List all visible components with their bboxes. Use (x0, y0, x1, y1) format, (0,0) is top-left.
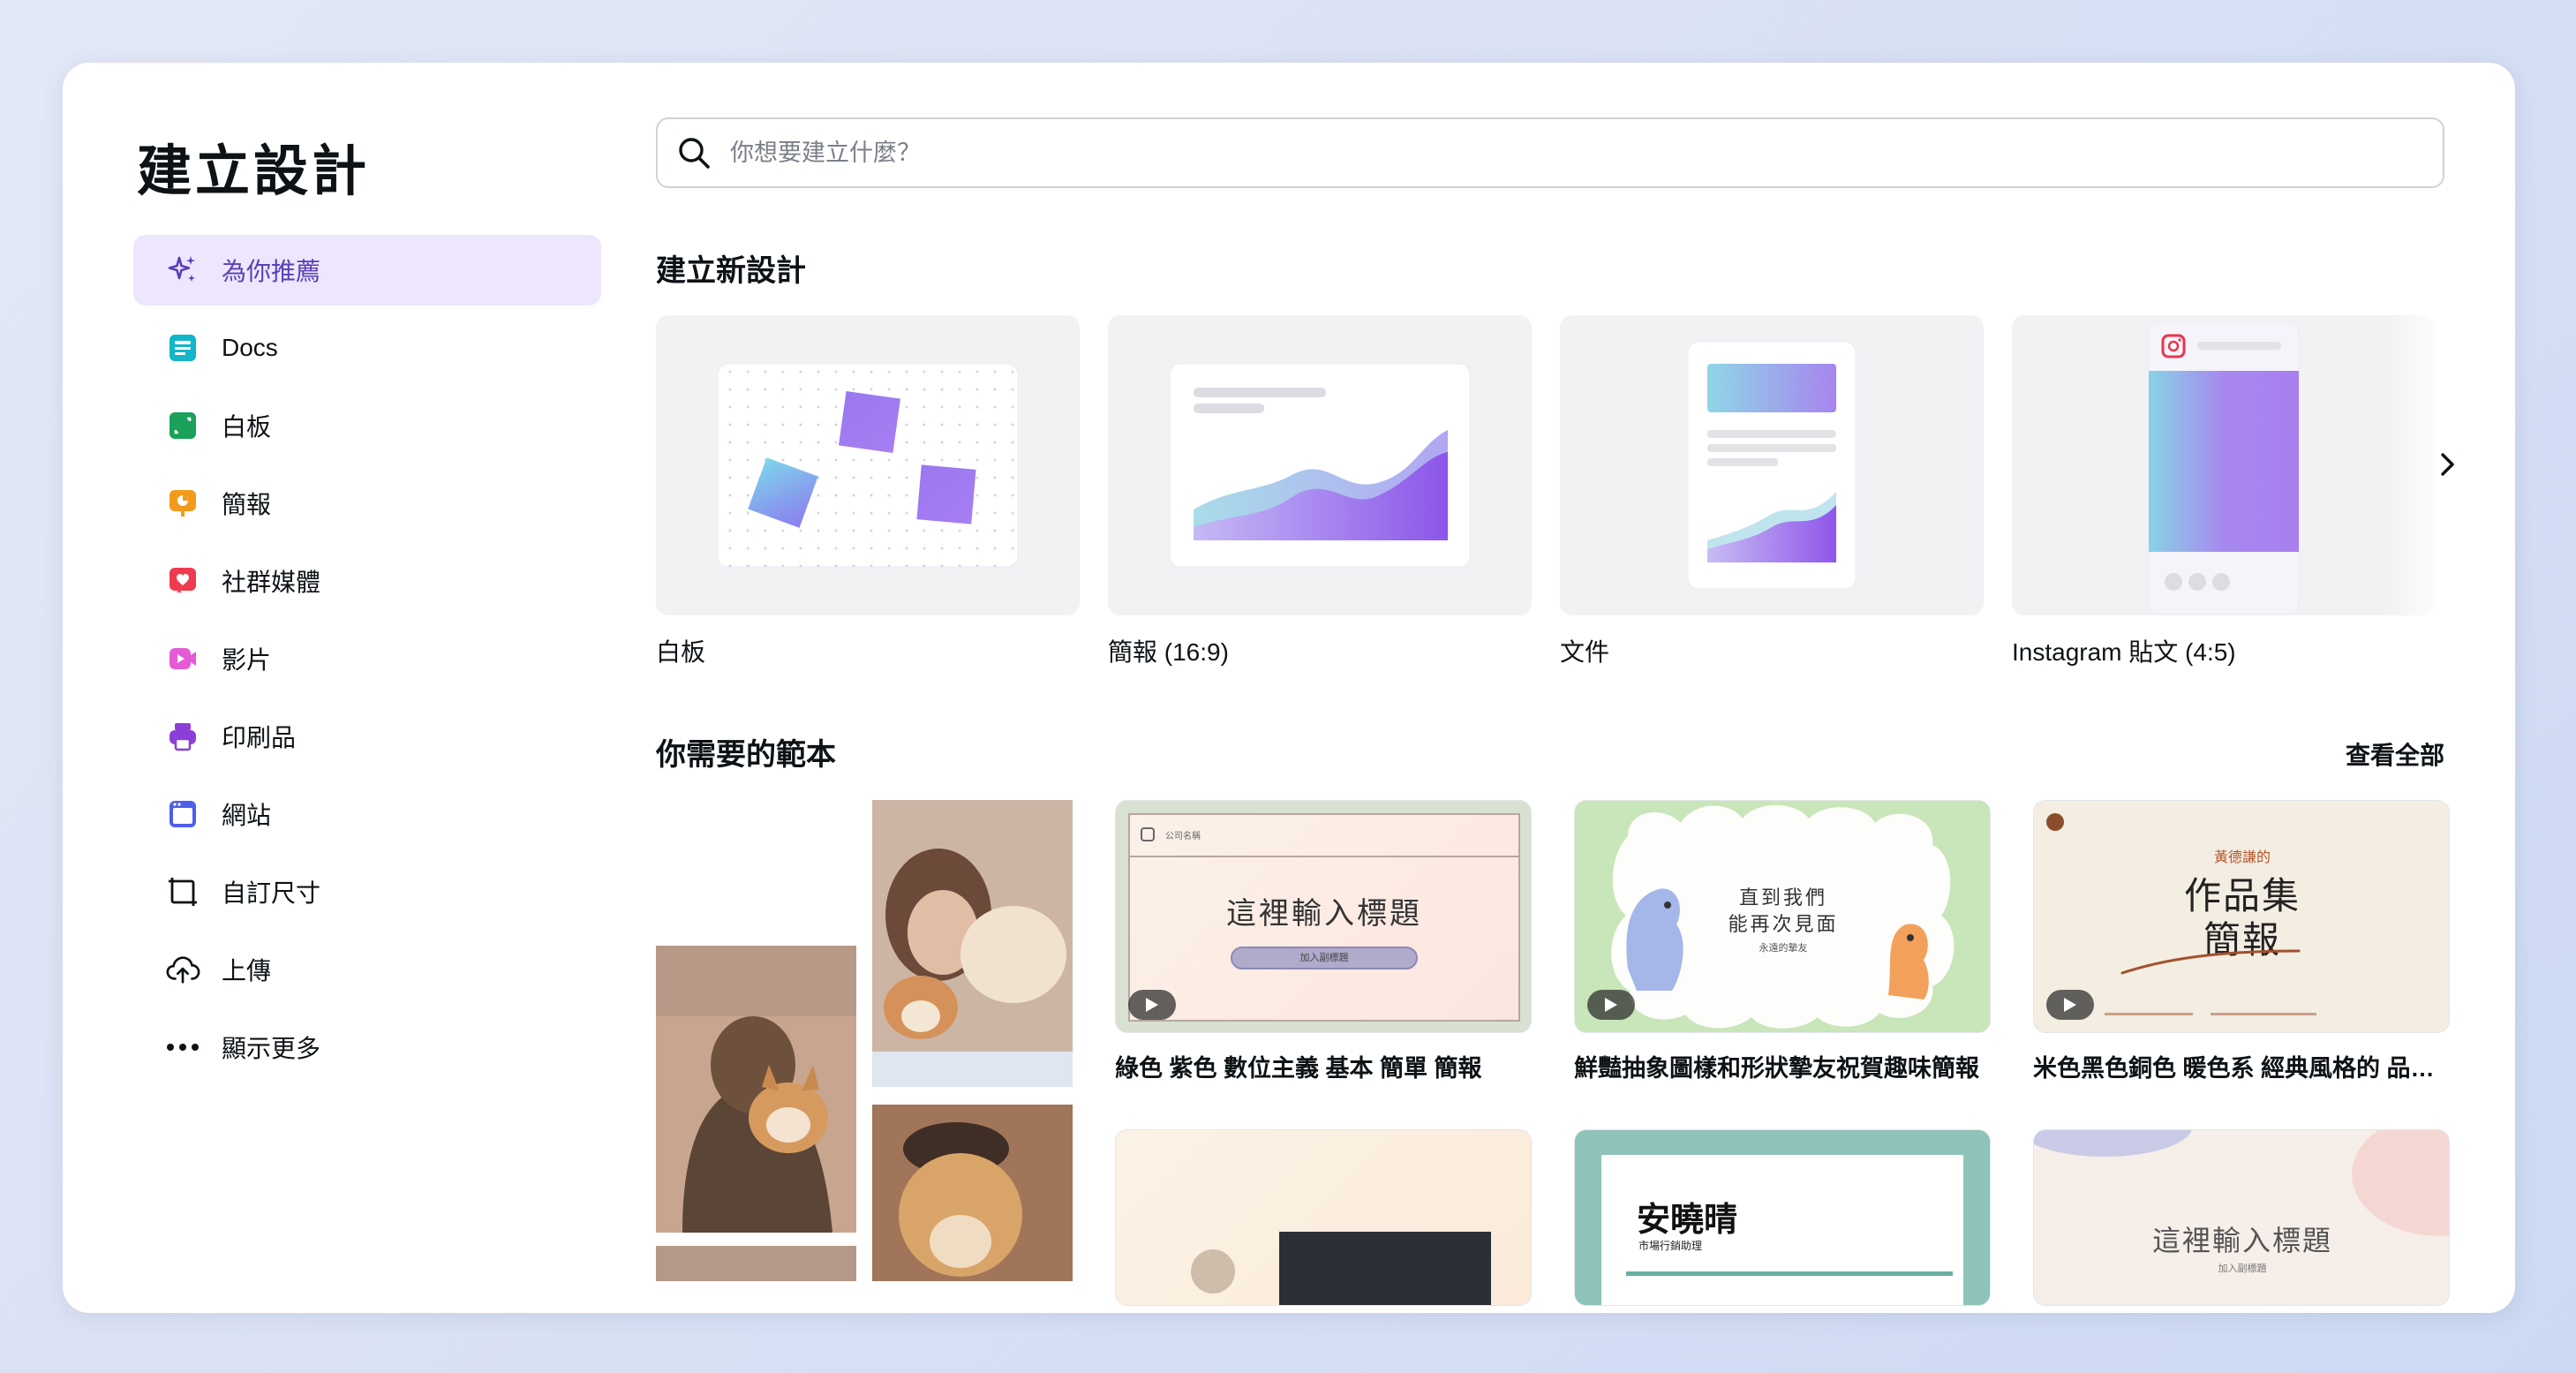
sidebar-item-label: 為你推薦 (222, 258, 321, 285)
decor-blob (2034, 1130, 2193, 1157)
design-card-label: 文件 (1560, 638, 1610, 666)
search-input[interactable] (730, 139, 2407, 167)
thumb-name: 安曉晴 (1637, 1202, 1738, 1239)
sidebar-item-label: 顯示更多 (222, 1035, 321, 1062)
sidebar-item-label: 白板 (222, 413, 272, 441)
play-icon (1128, 990, 1176, 1020)
sidebar-item-whiteboard[interactable]: 白板 (133, 390, 601, 461)
sidebar-item-label: 簡報 (222, 491, 272, 518)
thumb-photo (1279, 1232, 1491, 1305)
video-icon (165, 641, 200, 676)
template-card[interactable]: 直到我們 能再次見面 永遠的摯友 鮮豔抽象圖樣和形狀摯友祝賀趣味簡報 (1574, 800, 1991, 1083)
play-icon (2046, 990, 2094, 1020)
template-card[interactable]: 黃德謙的 作品集 簡報 米色黑色銅色 暖色系 經典風格的 品牌作品集簡報 (2033, 800, 2450, 1083)
decor-circle (1191, 1249, 1235, 1294)
cloud-upload-icon (165, 952, 200, 987)
thumb-line1: 直到我們 (1738, 886, 1827, 909)
template-card[interactable] (1115, 1129, 1532, 1306)
design-card-presentation[interactable]: 簡報 (16:9) (1108, 315, 1532, 668)
template-card[interactable]: 安曉晴 市場行銷助理 (1574, 1129, 1991, 1306)
sidebar-item-recommended[interactable]: 為你推薦 (133, 235, 601, 306)
document-thumb (1560, 315, 1984, 615)
heart-icon (165, 563, 200, 599)
design-card-instagram-post[interactable]: Instagram 貼文 (4:5) (2012, 315, 2436, 668)
template-label: 綠色 紫色 數位主義 基本 簡單 簡報 (1115, 1055, 1482, 1082)
template-thumb: 直到我們 能再次見面 永遠的摯友 (1574, 800, 1991, 1033)
thumb-title: 這裡輸入標題 (2151, 1225, 2332, 1256)
sidebar-nav: 為你推薦 Docs 白板 簡報 社群媒體 影片 印刷品 網站 自訂尺寸 上傳 顯… (133, 235, 601, 1090)
sidebar-item-upload[interactable]: 上傳 (133, 934, 601, 1005)
search-bar[interactable] (656, 117, 2444, 188)
template-label: 鮮豔抽象圖樣和形狀摯友祝賀趣味簡報 (1574, 1055, 1979, 1082)
sparkle-icon (165, 253, 200, 288)
docs-icon (165, 330, 200, 366)
carousel-next-button[interactable] (2422, 434, 2474, 495)
template-thumb (1115, 1129, 1532, 1306)
sidebar-item-docs[interactable]: Docs (133, 313, 601, 383)
sidebar-item-label: 上傳 (222, 957, 272, 984)
play-icon (1587, 990, 1635, 1020)
design-card-whiteboard[interactable]: 白板 (656, 315, 1080, 668)
main-content: 建立新設計 (656, 63, 2474, 1313)
template-thumb: 這裡輸入標題 加入副標題 (2033, 1129, 2450, 1306)
more-icon (165, 1030, 200, 1065)
template-label: 米色黑色銅色 暖色系 經典風格的 品牌作品集簡報 (2033, 1055, 2450, 1082)
presentation-thumb (1108, 315, 1532, 615)
thumb-title: 這裡輸入標題 (1226, 897, 1422, 931)
sidebar-item-presentation[interactable]: 簡報 (133, 468, 601, 539)
templates-section-title: 你需要的範本 (656, 738, 836, 772)
photo-collage-thumb (656, 800, 1073, 1281)
search-icon (679, 138, 710, 169)
thumb-sub: 永遠的摯友 (1759, 943, 1808, 954)
design-type-row: 白板 簡報 (16:9) 文件 Instagram 貼文 (4:5) (656, 315, 2474, 668)
chevron-right-icon (2441, 453, 2454, 476)
sidebar-item-website[interactable]: 網站 (133, 779, 601, 849)
instagram-post-thumb (2012, 315, 2436, 615)
template-card-photo-collage[interactable] (656, 800, 1073, 1281)
sidebar-item-social-media[interactable]: 社群媒體 (133, 546, 601, 616)
printer-icon (165, 719, 200, 754)
sidebar-item-label: 社群媒體 (222, 569, 321, 596)
design-card-label: Instagram 貼文 (4:5) (2012, 638, 2236, 666)
create-section-title: 建立新設計 (656, 254, 806, 288)
page-title: 建立設計 (137, 141, 371, 202)
sidebar-item-label: 影片 (222, 646, 272, 674)
whiteboard-thumb (656, 315, 1080, 615)
sidebar-item-label: 自訂尺寸 (222, 879, 321, 907)
thumb-line2: 能再次見面 (1728, 913, 1839, 935)
divider (1626, 1271, 1953, 1276)
sidebar-item-label: Docs (222, 334, 278, 361)
create-design-modal: 建立設計 為你推薦 Docs 白板 簡報 社群媒體 影片 印刷品 網站 自訂尺寸… (63, 63, 2515, 1313)
template-card[interactable]: 公司名稱 這裡輸入標題 加入副標題 綠色 紫色 數位主義 基本 簡單 簡報 (1115, 800, 1532, 1083)
design-card-label: 簡報 (16:9) (1108, 638, 1229, 666)
thumb-brand: 公司名稱 (1165, 832, 1201, 841)
template-thumb: 安曉晴 市場行銷助理 (1574, 1129, 1991, 1306)
template-card[interactable]: 這裡輸入標題 加入副標題 (2033, 1129, 2450, 1306)
sidebar-item-video[interactable]: 影片 (133, 623, 601, 694)
template-thumb: 公司名稱 這裡輸入標題 加入副標題 (1115, 800, 1532, 1033)
whiteboard-icon (165, 408, 200, 443)
thumb-sub: 加入副標題 (2218, 1264, 2267, 1274)
sidebar-item-label: 網站 (222, 802, 272, 829)
sidebar-item-more[interactable]: 顯示更多 (133, 1012, 601, 1083)
presentation-icon (165, 486, 200, 521)
thumb-role: 市場行銷助理 (1638, 1240, 1703, 1252)
sidebar-item-print[interactable]: 印刷品 (133, 701, 601, 772)
logo-icon (1141, 827, 1155, 841)
website-icon (165, 796, 200, 832)
see-all-link[interactable]: 查看全部 (2346, 736, 2444, 772)
custom-size-icon (165, 874, 200, 909)
sidebar-item-custom-size[interactable]: 自訂尺寸 (133, 856, 601, 927)
design-card-document[interactable]: 文件 (1560, 315, 1984, 668)
template-thumb: 黃德謙的 作品集 簡報 (2033, 800, 2450, 1033)
thumb-button: 加入副標題 (1231, 947, 1418, 969)
brush-stroke-icon (2105, 949, 2316, 1015)
sidebar-item-label: 印刷品 (222, 724, 297, 751)
sidebar: 建立設計 為你推薦 Docs 白板 簡報 社群媒體 影片 印刷品 網站 自訂尺寸… (63, 63, 628, 1313)
design-card-label: 白板 (656, 638, 706, 666)
